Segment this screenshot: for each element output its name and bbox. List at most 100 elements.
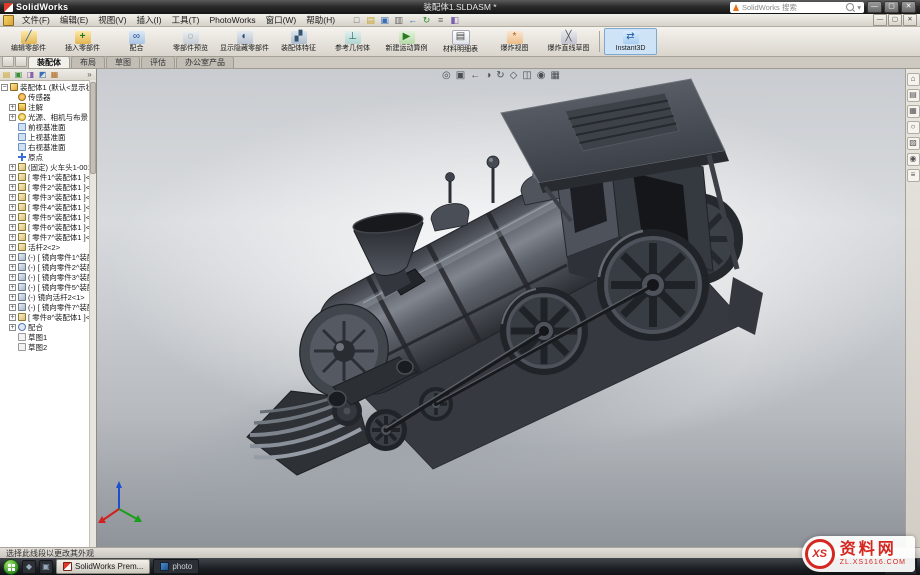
close-button[interactable]: ✕ <box>901 1 916 13</box>
displaymanager-tab-icon[interactable]: ▦ <box>49 70 60 80</box>
rebuild-icon[interactable]: ↻ <box>420 15 433 26</box>
tree-item[interactable]: + 注解 <box>1 102 89 112</box>
doc-minimize-button[interactable]: — <box>873 14 887 26</box>
tree-item[interactable]: 前视基准面 <box>1 122 89 132</box>
panel-flyout-icon[interactable]: » <box>84 70 95 80</box>
tree-item[interactable]: + (-) [ 镜向零件2^装配体1 ] <box>1 262 89 272</box>
tree-item[interactable]: + [ 零件1^装配体1 ]<1> <box>1 172 89 182</box>
design-library-icon[interactable]: ▤ <box>906 89 920 102</box>
apply-scene-icon[interactable]: ▦ <box>551 70 560 82</box>
doc-close-button[interactable]: ✕ <box>903 14 917 26</box>
menu-item[interactable]: 插入(I) <box>132 14 167 26</box>
file-explorer-icon[interactable]: ▦ <box>906 105 920 118</box>
scrollbar-thumb[interactable] <box>90 82 96 174</box>
tree-item[interactable]: + [ 零件3^装配体1 ]<1> <box>1 192 89 202</box>
expand-toggle[interactable]: + <box>9 323 16 331</box>
display-style-icon[interactable]: ◫ <box>522 70 531 82</box>
expand-toggle[interactable]: + <box>9 163 16 171</box>
edit-component-button[interactable]: ╱ 编辑零部件 <box>2 28 55 55</box>
tree-item[interactable]: + (-) 镜向活杆2<1> <box>1 292 89 302</box>
tree-item[interactable]: + 活杆2<2> <box>1 242 89 252</box>
menu-item[interactable]: PhotoWorks <box>204 15 260 25</box>
expand-toggle[interactable]: + <box>9 203 16 211</box>
tree-item[interactable]: 原点 <box>1 152 89 162</box>
custom-properties-icon[interactable]: ≡ <box>906 169 920 182</box>
instant3d-button[interactable]: ⇄ Instant3D <box>604 28 657 55</box>
tab-layout[interactable]: 布局 <box>71 56 105 68</box>
menu-item[interactable]: 视图(V) <box>93 14 131 26</box>
tree-item[interactable]: + (-) [ 镜向零件5^装配体1 ] <box>1 282 89 292</box>
expand-toggle[interactable] <box>9 94 16 101</box>
expand-toggle[interactable]: + <box>9 173 16 181</box>
tree-item[interactable]: 上视基准面 <box>1 132 89 142</box>
tab-evaluate[interactable]: 评估 <box>141 56 175 68</box>
toolbar-options-icon[interactable] <box>15 56 27 67</box>
expand-toggle[interactable]: + <box>9 273 16 281</box>
tree-item[interactable]: + 光源、相机与布景 <box>1 112 89 122</box>
appearances-scenes-icon[interactable]: ◉ <box>906 153 920 166</box>
print-icon[interactable]: ▥ <box>392 15 405 26</box>
quick-launch-icon[interactable]: ◆ <box>22 559 36 574</box>
tree-item[interactable]: + [ 零件5^装配体1 ]<1> <box>1 212 89 222</box>
expand-toggle[interactable] <box>9 344 16 351</box>
menu-item[interactable]: 工具(T) <box>167 14 205 26</box>
expand-toggle[interactable]: + <box>9 113 16 121</box>
solidworks-resources-icon[interactable]: ⌂ <box>906 73 920 86</box>
hide-show-items-icon[interactable]: ◉ <box>537 70 546 82</box>
view-orientation-icon[interactable]: ◇ <box>510 70 518 82</box>
menu-item[interactable]: 编辑(E) <box>55 14 93 26</box>
tree-item[interactable]: + (-) [ 镜向零件3^装配体1 ] <box>1 272 89 282</box>
expand-toggle[interactable]: + <box>9 293 16 301</box>
expand-toggle[interactable]: + <box>9 283 16 291</box>
new-motion-study-button[interactable]: ▶ 新建运动算例 <box>380 28 433 55</box>
tree-item[interactable]: + [ 零件4^装配体1 ]<1> <box>1 202 89 212</box>
tree-item[interactable]: + (固定) 火车头1-001<1> <box>1 162 89 172</box>
propertymanager-tab-icon[interactable]: ▣ <box>13 70 24 80</box>
explode-line-sketch-button[interactable]: ╳ 爆炸直线草图 <box>542 28 595 55</box>
pin-toolbar-icon[interactable] <box>2 56 14 67</box>
expand-toggle[interactable]: + <box>9 213 16 221</box>
tree-item[interactable]: 草图1 <box>1 332 89 342</box>
search-icon[interactable]: ○ <box>906 121 920 134</box>
tab-assembly[interactable]: 装配体 <box>28 56 70 68</box>
assembly-features-button[interactable]: ▞ 装配体特征 <box>272 28 325 55</box>
show-hidden-components-button[interactable]: ◐ 显示隐藏零部件 <box>218 28 271 55</box>
graphics-viewport[interactable]: ◎ ▣ ← ◑ ↻ ◇ ◫ ◉ ▦ <box>97 69 905 547</box>
component-preview-button[interactable]: ◌ 零部件预览 <box>164 28 217 55</box>
menu-item[interactable]: 文件(F) <box>17 14 55 26</box>
dimxpertmanager-tab-icon[interactable]: ◩ <box>37 70 48 80</box>
search-input[interactable]: SolidWorks 搜索 ▾ <box>730 1 864 13</box>
expand-toggle[interactable] <box>9 144 16 151</box>
doc-restore-button[interactable]: ▢ <box>888 14 902 26</box>
minimize-button[interactable]: — <box>867 1 882 13</box>
tree-item[interactable]: 草图2 <box>1 342 89 352</box>
insert-component-button[interactable]: + 插入零部件 <box>56 28 109 55</box>
expand-toggle[interactable]: + <box>9 263 16 271</box>
undo-icon[interactable]: ← <box>406 15 419 26</box>
taskbar-task-photo[interactable]: photo <box>153 559 200 574</box>
tree-item[interactable]: 传感器 <box>1 92 89 102</box>
edit-appearance-icon[interactable]: ◧ <box>448 15 461 26</box>
reference-geometry-button[interactable]: ⊥ 参考几何体 <box>326 28 379 55</box>
previous-view-icon[interactable]: ← <box>470 70 480 82</box>
exploded-view-button[interactable]: * 爆炸视图 <box>488 28 541 55</box>
menu-item[interactable]: 窗口(W) <box>261 14 302 26</box>
collapse-toggle[interactable]: − <box>1 83 8 91</box>
expand-toggle[interactable]: + <box>9 103 16 111</box>
expand-toggle[interactable]: + <box>9 253 16 261</box>
expand-toggle[interactable] <box>9 334 16 341</box>
expand-toggle[interactable]: + <box>9 193 16 201</box>
options-icon[interactable]: ≡ <box>434 15 447 26</box>
expand-toggle[interactable] <box>9 124 16 131</box>
menu-item[interactable]: 帮助(H) <box>301 14 340 26</box>
taskbar-task-solidworks[interactable]: SolidWorks Prem... <box>56 559 151 574</box>
expand-toggle[interactable]: + <box>9 303 16 311</box>
expand-toggle[interactable]: + <box>9 313 16 321</box>
tree-item[interactable]: 右视基准面 <box>1 142 89 152</box>
tree-item[interactable]: + [ 零件2^装配体1 ]<1> <box>1 182 89 192</box>
tree-scrollbar[interactable] <box>89 80 96 547</box>
tree-item[interactable]: + [ 零件8^装配体1 ]<1> <box>1 312 89 322</box>
zoom-area-icon[interactable]: ▣ <box>456 70 465 82</box>
configurationmanager-tab-icon[interactable]: ◨ <box>25 70 36 80</box>
expand-toggle[interactable] <box>9 134 16 141</box>
